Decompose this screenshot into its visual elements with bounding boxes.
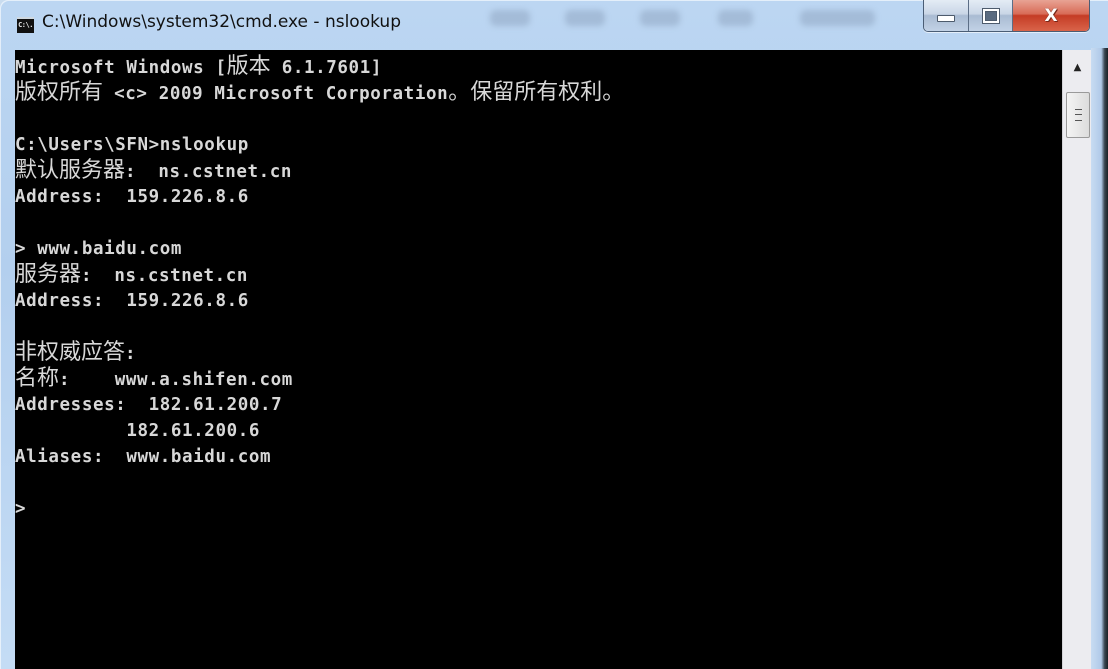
console-text: 版本 (226, 54, 271, 79)
console-text: 默认服务器 (15, 158, 126, 183)
arrow-up-icon: ▲ (1073, 61, 1082, 73)
console-text: Aliases: www.baidu.com (15, 447, 272, 467)
cmd-icon[interactable]: C:\. (17, 17, 34, 33)
scroll-thumb[interactable] (1066, 92, 1090, 138)
maximize-icon (981, 7, 1000, 24)
window-frame-right (1091, 48, 1108, 669)
console-line: Addresses: 182.61.200.7 (15, 392, 282, 418)
console-text: : (125, 344, 137, 364)
console-line: 非权威应答: (15, 340, 136, 366)
console-line: C:\Users\SFN>nslookup (15, 132, 249, 158)
console-text: : www.a.shifen.com (59, 370, 293, 390)
background-blur (490, 10, 530, 26)
console-text: : ns.cstnet.cn (125, 162, 293, 182)
background-blur (800, 10, 875, 26)
console-line: Aliases: www.baidu.com (15, 444, 271, 470)
console-line: > www.baidu.com (15, 236, 182, 262)
console-line: > (15, 496, 26, 522)
cmd-window: C:\. C:\Windows\system32\cmd.exe - nsloo… (0, 0, 1108, 669)
console-text: 服务器 (15, 262, 82, 287)
console-text: Microsoft Windows [ (15, 58, 227, 78)
scroll-up-button[interactable]: ▲ (1063, 50, 1092, 84)
background-blur (565, 10, 605, 26)
console-text: 名称 (15, 366, 60, 391)
console-text: Address: 159.226.8.6 (15, 291, 249, 311)
vertical-scrollbar[interactable]: ▲ (1062, 50, 1092, 669)
console-line: Address: 159.226.8.6 (15, 288, 249, 314)
console-text: Addresses: 182.61.200.7 (15, 395, 283, 415)
console-text: : ns.cstnet.cn (81, 266, 249, 286)
window-title: C:\Windows\system32\cmd.exe - nslookup (42, 12, 402, 32)
grip-icon (1074, 109, 1082, 121)
console-line: 服务器: ns.cstnet.cn (15, 262, 248, 288)
background-blur (640, 10, 680, 26)
console-text: 6.1.7601] (270, 58, 382, 78)
console-text: Address: 159.226.8.6 (15, 187, 249, 207)
console-line: 默认服务器: ns.cstnet.cn (15, 158, 292, 184)
close-icon: X (1044, 5, 1058, 26)
minimize-button[interactable] (924, 0, 969, 31)
console-line: 名称: www.a.shifen.com (15, 366, 293, 392)
console-text: <c> 2009 Microsoft Corporation (103, 84, 449, 104)
console-text: 非权威应答 (15, 340, 126, 365)
console-text: > (15, 499, 27, 519)
maximize-button[interactable] (969, 0, 1013, 31)
console-line: Address: 159.226.8.6 (15, 184, 249, 210)
console-text: 。保留所有权利。 (448, 80, 625, 105)
close-button[interactable]: X (1013, 0, 1089, 31)
console-text: C:\Users\SFN>nslookup (15, 135, 249, 155)
minimize-icon (937, 15, 955, 22)
console-text: 版权所有 (15, 80, 104, 105)
console-line: 182.61.200.6 (15, 418, 260, 444)
console-line: Microsoft Windows [版本 6.1.7601] (15, 54, 382, 80)
console-text: > www.baidu.com (15, 239, 183, 259)
console-line: 版权所有 <c> 2009 Microsoft Corporation。保留所有… (15, 80, 624, 106)
console-output[interactable]: Microsoft Windows [版本 6.1.7601] 版权所有 <c> … (15, 50, 1062, 669)
console-text: 182.61.200.6 (15, 421, 260, 441)
caption-buttons: X (923, 0, 1090, 32)
title-bar[interactable]: C:\. C:\Windows\system32\cmd.exe - nsloo… (0, 0, 1108, 48)
background-blur (718, 10, 753, 26)
